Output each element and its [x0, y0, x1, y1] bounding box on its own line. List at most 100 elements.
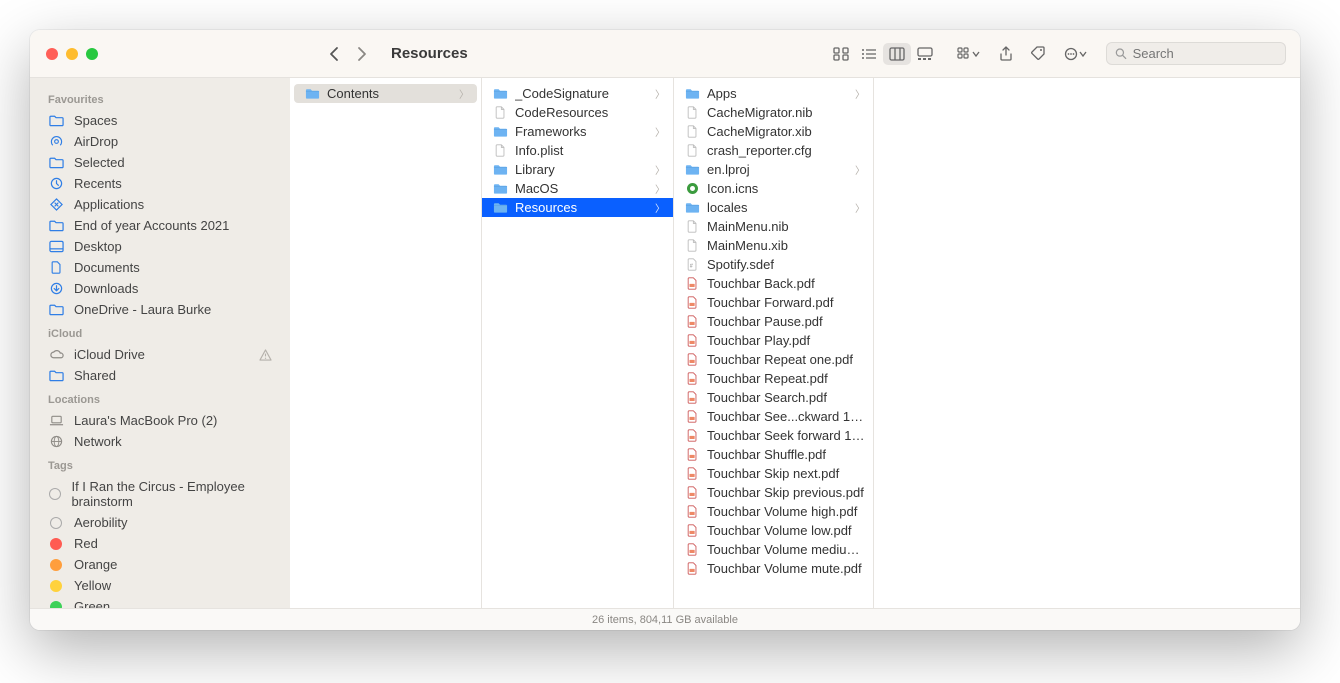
file-row[interactable]: Icon.icns: [674, 179, 873, 198]
file-row[interactable]: CacheMigrator.xib: [674, 122, 873, 141]
file-row[interactable]: Touchbar Forward.pdf: [674, 293, 873, 312]
file-label: Touchbar Forward.pdf: [707, 295, 865, 310]
share-button[interactable]: [999, 46, 1013, 62]
file-icon: [684, 144, 700, 157]
sidebar-item[interactable]: Yellow: [30, 575, 290, 596]
sidebar-item[interactable]: Downloads: [30, 278, 290, 299]
sidebar-item[interactable]: Laura's MacBook Pro (2): [30, 410, 290, 431]
sidebar-item[interactable]: Orange: [30, 554, 290, 575]
file-label: Touchbar Skip previous.pdf: [707, 485, 865, 500]
fullscreen-button[interactable]: [86, 48, 98, 60]
sidebar-item[interactable]: iCloud Drive: [30, 344, 290, 365]
file-row[interactable]: Touchbar Back.pdf: [674, 274, 873, 293]
pdf-icon: [684, 524, 700, 537]
file-row[interactable]: Touchbar Skip next.pdf: [674, 464, 873, 483]
file-row[interactable]: MacOS〉: [482, 179, 673, 198]
search-field[interactable]: [1106, 42, 1286, 65]
sidebar-item[interactable]: Recents: [30, 173, 290, 194]
file-row[interactable]: Touchbar Seek forward 15.pdf: [674, 426, 873, 445]
pdf-icon: [684, 410, 700, 423]
file-row[interactable]: Touchbar Search.pdf: [674, 388, 873, 407]
pdf-icon: [684, 486, 700, 499]
icns-icon: [684, 182, 700, 195]
sidebar-item-label: Orange: [74, 557, 117, 572]
file-row[interactable]: locales〉: [674, 198, 873, 217]
pdf-icon: [684, 372, 700, 385]
file-row[interactable]: Touchbar Pause.pdf: [674, 312, 873, 331]
file-label: Library: [515, 162, 648, 177]
laptop-icon: [48, 414, 64, 427]
file-row[interactable]: Touchbar Play.pdf: [674, 331, 873, 350]
file-row[interactable]: MainMenu.nib: [674, 217, 873, 236]
chevron-right-icon: 〉: [459, 86, 469, 101]
file-row[interactable]: Spotify.sdef: [674, 255, 873, 274]
file-row[interactable]: Info.plist: [482, 141, 673, 160]
sidebar-item[interactable]: Aerobility: [30, 512, 290, 533]
pdf-icon: [684, 543, 700, 556]
gallery-view-button[interactable]: [911, 43, 939, 65]
back-button[interactable]: [329, 46, 339, 62]
file-row[interactable]: CacheMigrator.nib: [674, 103, 873, 122]
file-label: MainMenu.xib: [707, 238, 865, 253]
sidebar-item[interactable]: AirDrop: [30, 131, 290, 152]
file-row[interactable]: Touchbar Volume mute.pdf: [674, 559, 873, 578]
file-row[interactable]: Touchbar See...ckward 15.pdf: [674, 407, 873, 426]
sidebar-item[interactable]: Green: [30, 596, 290, 608]
file-row[interactable]: Touchbar Repeat.pdf: [674, 369, 873, 388]
folder-icon: [684, 163, 700, 176]
view-switcher: [827, 43, 939, 65]
file-label: MacOS: [515, 181, 648, 196]
file-row[interactable]: en.lproj〉: [674, 160, 873, 179]
tags-button[interactable]: [1031, 46, 1046, 61]
file-icon: [684, 239, 700, 252]
file-row[interactable]: CodeResources: [482, 103, 673, 122]
file-row[interactable]: Contents〉: [294, 84, 477, 103]
file-row[interactable]: Touchbar Volume low.pdf: [674, 521, 873, 540]
chevron-right-icon: 〉: [855, 86, 865, 101]
minimize-button[interactable]: [66, 48, 78, 60]
file-label: Touchbar Back.pdf: [707, 276, 865, 291]
group-menu[interactable]: [957, 47, 981, 61]
file-row[interactable]: MainMenu.xib: [674, 236, 873, 255]
sidebar-item-label: End of year Accounts 2021: [74, 218, 229, 233]
file-label: Apps: [707, 86, 848, 101]
sidebar-item[interactable]: Applications: [30, 194, 290, 215]
list-view-button[interactable]: [855, 43, 883, 65]
file-row[interactable]: crash_reporter.cfg: [674, 141, 873, 160]
sidebar-item[interactable]: Selected: [30, 152, 290, 173]
file-row[interactable]: Touchbar Volume high.pdf: [674, 502, 873, 521]
icon-view-button[interactable]: [827, 43, 855, 65]
file-row[interactable]: Library〉: [482, 160, 673, 179]
sidebar-item[interactable]: Spaces: [30, 110, 290, 131]
action-menu[interactable]: [1064, 47, 1088, 61]
sidebar-item[interactable]: OneDrive - Laura Burke: [30, 299, 290, 320]
sidebar-item[interactable]: End of year Accounts 2021: [30, 215, 290, 236]
folder-icon: [304, 87, 320, 100]
sidebar-item[interactable]: Documents: [30, 257, 290, 278]
browser-column: Apps 〉 CacheMigrator.nibCacheMigrator.xibc…: [674, 78, 874, 608]
pdf-icon: [684, 353, 700, 366]
forward-button[interactable]: [357, 46, 367, 62]
close-button[interactable]: [46, 48, 58, 60]
file-row[interactable]: Apps 〉: [674, 84, 873, 103]
sidebar-item[interactable]: Desktop: [30, 236, 290, 257]
sidebar-item[interactable]: Shared: [30, 365, 290, 386]
sidebar-item[interactable]: Red: [30, 533, 290, 554]
search-input[interactable]: [1133, 46, 1277, 61]
file-row[interactable]: Frameworks〉: [482, 122, 673, 141]
pdf-icon: [684, 467, 700, 480]
tag-dot-icon: [48, 517, 64, 529]
sidebar-item-label: Selected: [74, 155, 125, 170]
file-row[interactable]: Touchbar Volume medium.pdf: [674, 540, 873, 559]
file-row[interactable]: Touchbar Shuffle.pdf: [674, 445, 873, 464]
sidebar-item[interactable]: Network: [30, 431, 290, 452]
file-row[interactable]: Touchbar Skip previous.pdf: [674, 483, 873, 502]
column-view-button[interactable]: [883, 43, 911, 65]
sidebar-item[interactable]: If I Ran the Circus - Employee brainstor…: [30, 476, 290, 512]
sidebar-item-label: Recents: [74, 176, 122, 191]
file-row[interactable]: Touchbar Repeat one.pdf: [674, 350, 873, 369]
sidebar-item-label: Applications: [74, 197, 144, 212]
tag-dot-icon: [48, 488, 61, 500]
file-row[interactable]: Resources〉: [482, 198, 673, 217]
file-row[interactable]: _CodeSignature〉: [482, 84, 673, 103]
